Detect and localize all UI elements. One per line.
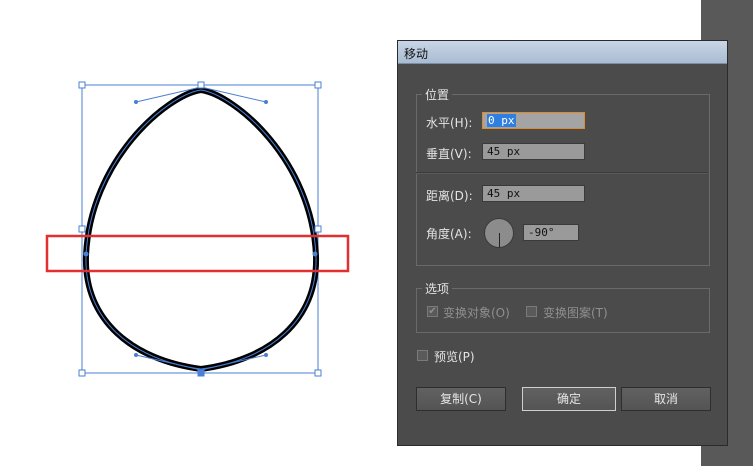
distance-input[interactable]: 45 px	[482, 185, 585, 202]
artboard-canvas[interactable]	[0, 0, 360, 466]
bbox-handle-bottom-left[interactable]	[78, 369, 86, 377]
bbox-handle-middle-right[interactable]	[314, 225, 322, 233]
bbox-handle-middle-left[interactable]	[78, 225, 86, 233]
bezier-handle-point[interactable]	[134, 100, 138, 104]
horizontal-label: 水平(H):	[426, 116, 473, 130]
transform-objects-checkbox[interactable]: ✔	[427, 306, 438, 317]
bbox-handle-bottom-right[interactable]	[314, 369, 322, 377]
anchor-point-left[interactable]	[83, 251, 89, 257]
copy-button[interactable]: 复制(C)	[416, 387, 506, 411]
bezier-handle-point[interactable]	[134, 353, 138, 357]
transform-objects-label: 变换对象(O)	[443, 306, 510, 320]
bezier-handle-point[interactable]	[264, 353, 268, 357]
angle-dial-needle	[499, 233, 500, 247]
egg-shape[interactable]	[82, 86, 320, 373]
preview-label: 预览(P)	[434, 350, 475, 364]
anchor-point-right[interactable]	[312, 251, 318, 257]
distance-label: 距离(D):	[426, 189, 473, 203]
position-group-legend: 位置	[422, 86, 453, 103]
bezier-handle-line	[135, 354, 202, 371]
bbox-handle-top-left[interactable]	[78, 81, 86, 89]
bbox-handle-bottom-center[interactable]	[197, 369, 205, 377]
vertical-label: 垂直(V):	[426, 147, 472, 161]
options-group-legend: 选项	[422, 280, 453, 297]
position-separator	[416, 172, 708, 174]
angle-input[interactable]: -90°	[523, 224, 579, 241]
bbox-handle-top-right[interactable]	[314, 81, 322, 89]
egg-shape-inner-path	[85, 89, 317, 370]
horizontal-input-value: 0 px	[487, 114, 516, 127]
dialog-title: 移动	[404, 47, 429, 61]
highlight-annotation-box	[45, 234, 350, 273]
angle-dial[interactable]	[484, 218, 514, 248]
transform-patterns-label: 变换图案(T)	[543, 306, 608, 320]
bezier-handle-line	[200, 354, 267, 371]
cancel-button[interactable]: 取消	[621, 387, 711, 411]
move-dialog: 移动 位置 水平(H): 0 px 垂直(V): 45 px 距离(D): 45…	[397, 40, 728, 446]
ok-button[interactable]: 确定	[522, 387, 616, 411]
bezier-handle-point[interactable]	[264, 100, 268, 104]
dialog-titlebar[interactable]: 移动	[398, 41, 727, 64]
bbox-handle-top-center[interactable]	[197, 81, 205, 89]
angle-label: 角度(A):	[426, 227, 472, 241]
horizontal-input[interactable]: 0 px	[482, 112, 585, 129]
vertical-input[interactable]: 45 px	[482, 143, 585, 160]
preview-checkbox[interactable]	[417, 350, 428, 361]
transform-patterns-checkbox[interactable]	[526, 306, 537, 317]
